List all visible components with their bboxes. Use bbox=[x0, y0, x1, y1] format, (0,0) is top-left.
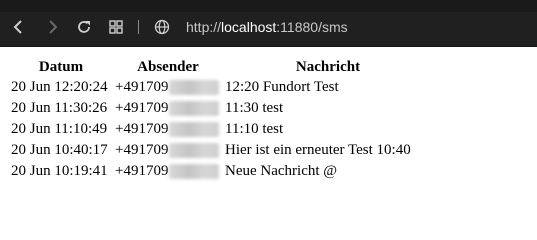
sender-number: +491709 bbox=[115, 163, 169, 179]
sms-table: Datum Absender Nachricht 20 Jun 12:20:24… bbox=[9, 57, 433, 182]
cell-sender: +491709 bbox=[113, 119, 223, 140]
cell-message: Neue Nachricht @ bbox=[225, 163, 338, 179]
grid-icon bbox=[109, 20, 123, 34]
cell-sender: +491709 bbox=[113, 161, 223, 182]
table-row: 20 Jun 11:30:26 +491709 11:30 test bbox=[9, 98, 433, 119]
table-header-row: Datum Absender Nachricht bbox=[9, 57, 433, 77]
table-row: 20 Jun 10:40:17 +491709 Hier ist ein ern… bbox=[9, 140, 433, 161]
page-content: Datum Absender Nachricht 20 Jun 12:20:24… bbox=[0, 47, 537, 235]
redacted-blur bbox=[169, 122, 220, 137]
redacted-blur bbox=[169, 101, 220, 116]
cell-sender: +491709 bbox=[113, 77, 223, 98]
url-host: localhost bbox=[221, 19, 277, 35]
cell-message: 11:10 test bbox=[225, 121, 284, 137]
reload-icon bbox=[78, 21, 90, 33]
reload-button[interactable] bbox=[75, 18, 93, 36]
back-button[interactable] bbox=[10, 18, 28, 36]
cell-date: 20 Jun 11:30:26 bbox=[11, 100, 108, 116]
cell-date: 20 Jun 11:10:49 bbox=[11, 121, 108, 137]
window-top-strip bbox=[0, 0, 537, 12]
cell-date: 20 Jun 10:40:17 bbox=[11, 142, 108, 158]
redacted-blur bbox=[169, 80, 220, 95]
chevron-left-icon bbox=[13, 20, 22, 34]
globe-icon bbox=[154, 19, 170, 35]
cell-date: 20 Jun 10:19:41 bbox=[11, 163, 108, 179]
sender-number: +491709 bbox=[115, 142, 169, 158]
sender-number: +491709 bbox=[115, 79, 169, 95]
cell-message: Hier ist ein erneuter Test 10:40 bbox=[225, 142, 411, 158]
forward-button[interactable] bbox=[43, 18, 61, 36]
sender-number: +491709 bbox=[115, 100, 169, 116]
header-nachricht: Nachricht bbox=[295, 58, 361, 75]
sender-number: +491709 bbox=[115, 121, 169, 137]
cell-message: 11:30 test bbox=[225, 100, 284, 116]
cell-date: 20 Jun 12:20:24 bbox=[11, 79, 108, 95]
header-absender: Absender bbox=[137, 58, 199, 75]
table-row: 20 Jun 10:19:41 +491709 Neue Nachricht @ bbox=[9, 161, 433, 182]
table-row: 20 Jun 11:10:49 +491709 11:10 test bbox=[9, 119, 433, 140]
address-bar[interactable]: http://localhost:11880/sms bbox=[186, 18, 348, 36]
browser-toolbar: http://localhost:11880/sms bbox=[0, 0, 537, 47]
chevron-right-icon bbox=[49, 20, 58, 34]
redacted-blur bbox=[169, 164, 220, 179]
redacted-blur bbox=[169, 143, 220, 158]
cell-message: 12:20 Fundort Test bbox=[225, 79, 339, 95]
header-datum: Datum bbox=[38, 58, 84, 75]
toolbar-separator bbox=[138, 20, 139, 34]
table-row: 20 Jun 12:20:24 +491709 12:20 Fundort Te… bbox=[9, 77, 433, 98]
cell-sender: +491709 bbox=[113, 98, 223, 119]
url-prefix: http:// bbox=[186, 19, 222, 35]
cell-sender: +491709 bbox=[113, 140, 223, 161]
tab-grid-button[interactable] bbox=[107, 18, 125, 36]
site-info-button[interactable] bbox=[153, 18, 171, 36]
url-rest: :11880/sms bbox=[276, 19, 348, 35]
